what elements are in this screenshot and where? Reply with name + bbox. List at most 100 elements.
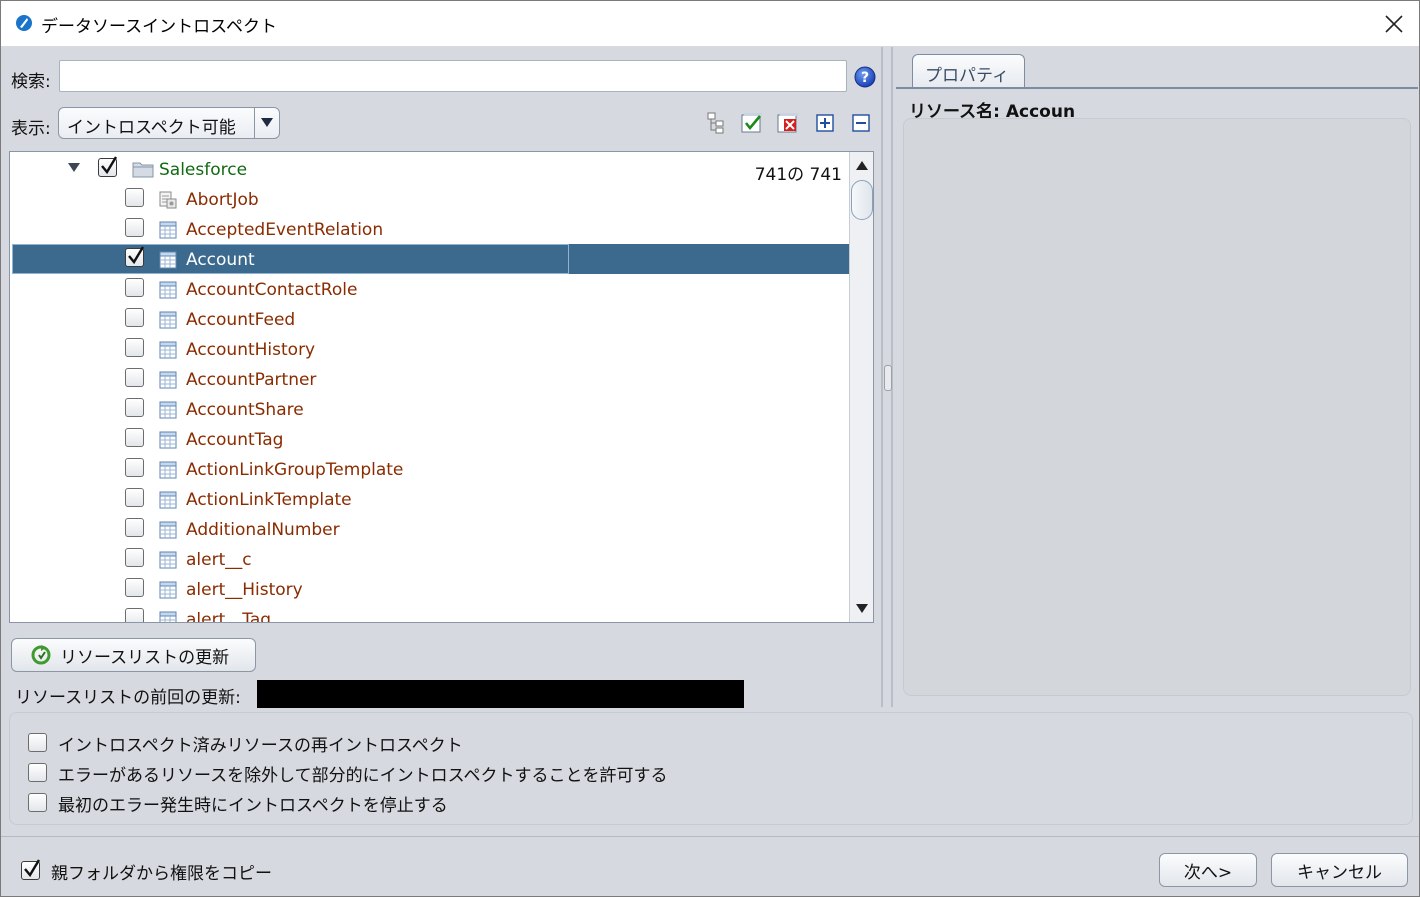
- option-partial-introspect-checkbox[interactable]: [28, 763, 47, 782]
- tree-item[interactable]: AdditionalNumber: [12, 514, 850, 544]
- tab-properties[interactable]: プロパティ: [912, 54, 1025, 88]
- table-icon: [159, 581, 177, 599]
- last-update-value-redacted: [257, 680, 744, 708]
- tree-item[interactable]: AccountShare: [12, 394, 850, 424]
- tree-item[interactable]: alert__History: [12, 574, 850, 604]
- tree-item[interactable]: AbortJob: [12, 184, 850, 214]
- table-icon: [159, 401, 177, 419]
- collapse-all-icon[interactable]: [849, 111, 873, 135]
- tree-item-checkbox[interactable]: [125, 578, 144, 597]
- table-icon: [159, 251, 177, 269]
- expand-triangle-icon[interactable]: [67, 160, 81, 174]
- tree-item-label: alert__History: [186, 580, 303, 600]
- chevron-down-icon[interactable]: [254, 108, 279, 138]
- tree-item-checkbox[interactable]: [125, 428, 144, 447]
- table-icon: [159, 311, 177, 329]
- tree-item[interactable]: AccountTag: [12, 424, 850, 454]
- tree-item-label: alert__c: [186, 550, 252, 570]
- close-button[interactable]: [1375, 7, 1413, 41]
- search-input[interactable]: [59, 60, 847, 92]
- tree-item-checkbox[interactable]: [125, 308, 144, 327]
- tree-item-checkbox[interactable]: [125, 218, 144, 237]
- tree-item[interactable]: alert__c: [12, 544, 850, 574]
- copy-permissions-checkbox[interactable]: [21, 859, 41, 880]
- root-count: 741の 741: [754, 165, 842, 185]
- tree-root-salesforce[interactable]: Salesforce 741の 741: [12, 154, 850, 185]
- window-title: データソースイントロスペクト: [41, 17, 277, 37]
- option-reintrospect-checkbox[interactable]: [28, 733, 47, 752]
- check-all-icon[interactable]: [740, 111, 764, 135]
- introspect-dialog: データソースイントロスペクト 検索: ? 表示: イントロスペクト可能 Sale…: [0, 0, 1420, 897]
- close-icon: [1385, 15, 1403, 33]
- tree-scrollbar[interactable]: [849, 152, 873, 622]
- copy-permissions-label: 親フォルダから権限をコピー: [51, 864, 272, 884]
- table-icon: [159, 461, 177, 479]
- scroll-up-arrow-icon[interactable]: [850, 154, 873, 176]
- table-icon: [159, 371, 177, 389]
- table-icon: [159, 221, 177, 239]
- display-filter-select[interactable]: イントロスペクト可能: [58, 107, 280, 139]
- tree-item-checkbox[interactable]: [125, 518, 144, 537]
- properties-panel: [903, 118, 1411, 696]
- next-button[interactable]: 次へ>: [1159, 853, 1257, 887]
- tab-properties-label: プロパティ: [925, 66, 1009, 86]
- scroll-down-arrow-icon[interactable]: [850, 598, 873, 620]
- table-icon: [159, 611, 177, 622]
- tree-structure-icon[interactable]: [704, 111, 728, 135]
- tree-item-label: AccountPartner: [186, 370, 317, 390]
- tree-item[interactable]: AccountPartner: [12, 364, 850, 394]
- bottom-separator: [1, 836, 1419, 837]
- table-icon: [159, 341, 177, 359]
- selection-frame: [12, 244, 569, 274]
- display-label: 表示:: [11, 119, 51, 139]
- tree-item-checkbox[interactable]: [125, 488, 144, 507]
- tree-item-checkbox[interactable]: [125, 458, 144, 477]
- tree-item[interactable]: AcceptedEventRelation: [12, 214, 850, 244]
- search-label: 検索:: [11, 72, 51, 92]
- root-checkbox[interactable]: [98, 156, 118, 177]
- pane-splitter[interactable]: [881, 47, 893, 707]
- tree-item-label: AccountShare: [186, 400, 304, 420]
- tree-item-checkbox[interactable]: [125, 188, 144, 207]
- expand-all-icon[interactable]: [813, 111, 837, 135]
- table-icon: [159, 281, 177, 299]
- splitter-grip-icon[interactable]: [884, 365, 892, 391]
- tree-item-checkbox[interactable]: [125, 398, 144, 417]
- tree-item-label: AccountTag: [186, 430, 284, 450]
- tree-item[interactable]: ActionLinkTemplate: [12, 484, 850, 514]
- tree-item-checkbox[interactable]: [125, 338, 144, 357]
- procedure-icon: [159, 191, 177, 209]
- tree-item[interactable]: Account: [12, 244, 850, 274]
- tree-item[interactable]: AccountFeed: [12, 304, 850, 334]
- uncheck-all-icon[interactable]: [776, 111, 800, 135]
- option-stop-on-error-checkbox[interactable]: [28, 793, 47, 812]
- root-label: Salesforce: [159, 160, 248, 180]
- help-icon[interactable]: ?: [854, 66, 876, 88]
- title-bar: データソースイントロスペクト: [1, 1, 1419, 46]
- tree-item-checkbox[interactable]: [125, 548, 144, 567]
- tree-item[interactable]: AccountHistory: [12, 334, 850, 364]
- tree-item[interactable]: ActionLinkGroupTemplate: [12, 454, 850, 484]
- tree-item[interactable]: AccountContactRole: [12, 274, 850, 304]
- tree-item-label: Account: [186, 250, 255, 270]
- tree-item-checkbox[interactable]: [125, 246, 145, 267]
- svg-text:?: ?: [861, 70, 869, 86]
- tree-item-label: alert__Tag: [186, 610, 272, 623]
- refresh-button-label: リソースリストの更新: [60, 647, 230, 668]
- scroll-thumb[interactable]: [851, 180, 873, 220]
- folder-icon: [132, 162, 154, 178]
- last-update-label: リソースリストの前回の更新:: [15, 688, 241, 708]
- display-filter-value: イントロスペクト可能: [67, 118, 236, 138]
- refresh-resource-list-button[interactable]: リソースリストの更新: [11, 638, 256, 672]
- tree-item-checkbox[interactable]: [125, 278, 144, 297]
- resource-tree[interactable]: Salesforce 741の 741 AbortJob AcceptedEven…: [9, 151, 874, 623]
- tree-item-label: ActionLinkTemplate: [186, 490, 352, 510]
- tree-item-checkbox[interactable]: [125, 368, 144, 387]
- tree-item-checkbox[interactable]: [125, 608, 144, 622]
- tree-item-label: AccountHistory: [186, 340, 316, 360]
- cancel-button[interactable]: キャンセル: [1271, 853, 1408, 887]
- tree-item-label: ActionLinkGroupTemplate: [186, 460, 404, 480]
- tree-item[interactable]: alert__Tag: [12, 604, 850, 623]
- refresh-icon: [31, 645, 51, 665]
- table-icon: [159, 491, 177, 509]
